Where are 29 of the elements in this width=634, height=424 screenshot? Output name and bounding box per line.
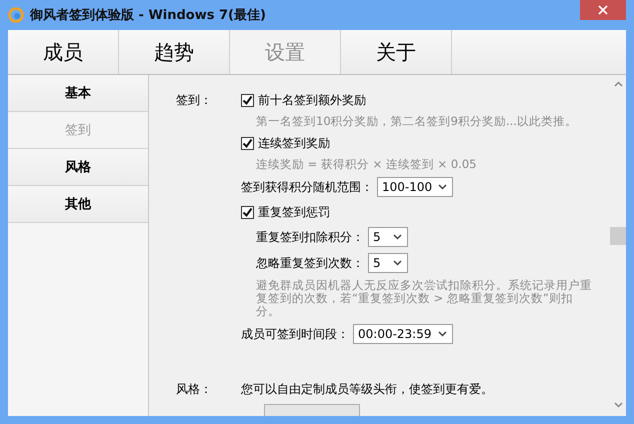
hint-text: 避免群成员因机器人无反应多次尝试扣除积分。系统记录用户重复签到的次数，若“重复签到次数 > 忽略重复签到次数”则扣分。 xyxy=(256,279,593,318)
field-label: 重复签到扣除积分： xyxy=(256,229,364,246)
checkbox-label: 连续签到奖励 xyxy=(258,135,330,152)
checkbox[interactable] xyxy=(241,136,254,150)
checkbox[interactable] xyxy=(241,94,254,106)
section-label: 风格： xyxy=(176,381,213,398)
close-button[interactable] xyxy=(580,0,626,20)
tab[interactable]: 关于 xyxy=(341,30,452,74)
close-icon xyxy=(598,5,608,15)
section-label: 签到： xyxy=(176,92,213,109)
scroll-up-icon[interactable] xyxy=(614,81,622,87)
window-title: 御风者签到体验版 - Windows 7(最佳) xyxy=(30,7,266,24)
field-label: 签到获得积分随机范围： xyxy=(241,179,373,196)
dropdown[interactable]: 5 xyxy=(368,227,408,247)
scroll-thumb[interactable] xyxy=(610,227,626,245)
checkbox-label: 前十名签到额外奖励 xyxy=(258,92,366,109)
description-text: 您可以自由定制成员等级头衔，使签到更有爱。 xyxy=(241,381,493,398)
dropdown[interactable]: 100-100 xyxy=(377,177,454,197)
scroll-down-icon[interactable] xyxy=(614,402,622,408)
hint-text: 连续奖励 = 获得积分 × 连续签到 × 0.05 xyxy=(256,158,478,171)
dropdown[interactable]: 5 xyxy=(368,253,408,273)
checkbox[interactable] xyxy=(241,206,254,218)
dropdown[interactable]: 00:00-23:59 xyxy=(353,324,452,344)
checkbox-label: 重复签到惩罚 xyxy=(258,204,330,221)
tab[interactable]: 成员 xyxy=(8,30,119,74)
hint-text: 第一名签到10积分奖励，第二名签到9积分奖励...以此类推。 xyxy=(256,115,578,128)
app-logo-icon xyxy=(8,7,24,23)
field-label: 忽略重复签到次数： xyxy=(256,255,364,272)
field-label: 成员可签到时间段： xyxy=(241,326,349,343)
